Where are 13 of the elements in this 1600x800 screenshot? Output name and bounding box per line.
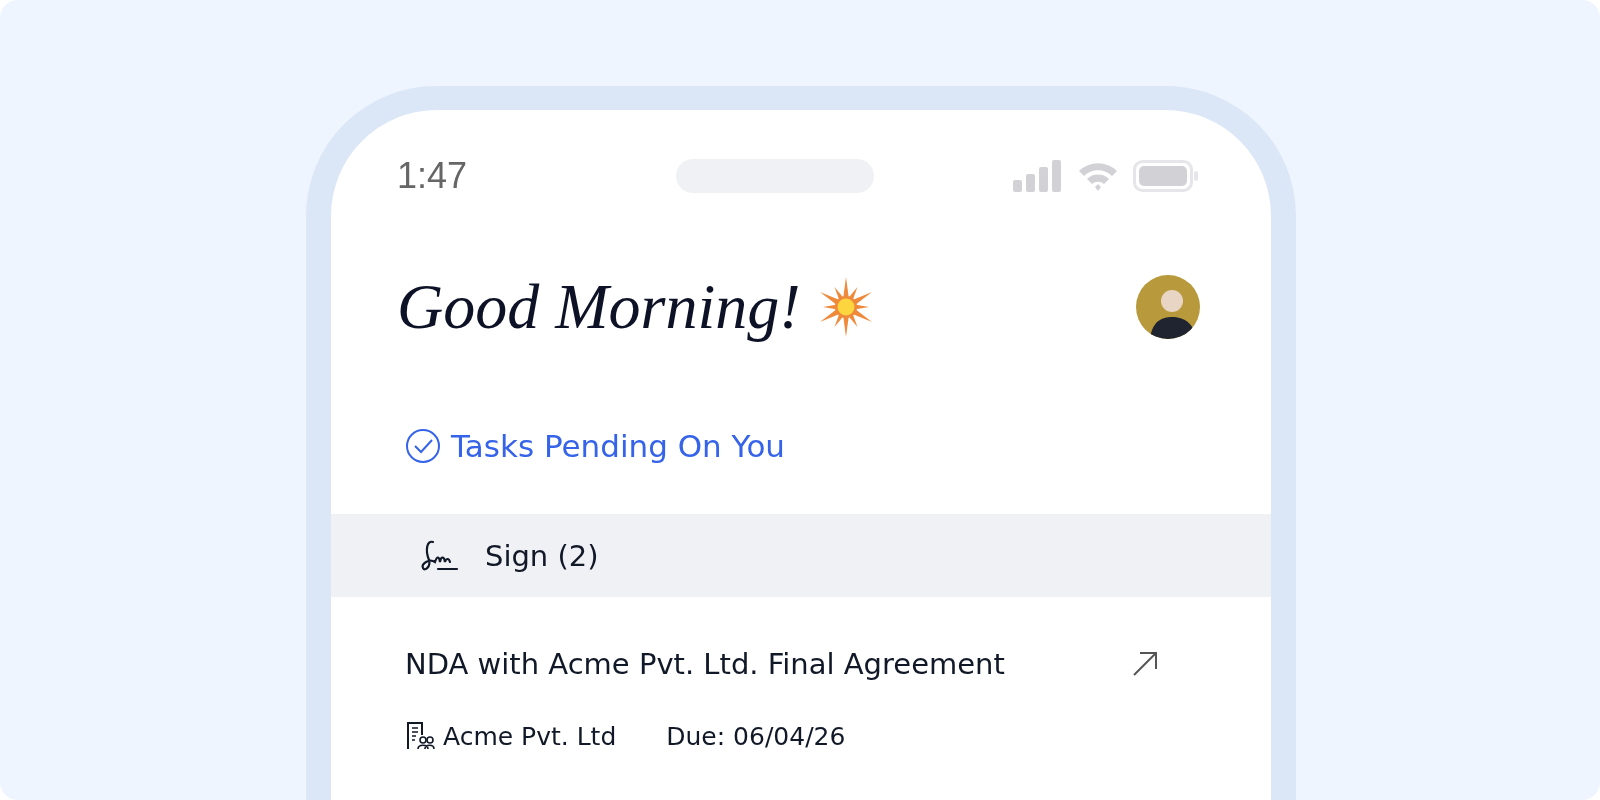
wifi-icon [1077,160,1119,192]
due-date: Due: 06/04/26 [666,721,846,751]
status-time: 1:47 [397,155,468,197]
signal-icon [1013,160,1063,192]
open-arrow-icon[interactable] [1131,650,1159,678]
task-title[interactable]: NDA with Acme Pvt. Ltd. Final Agreement [405,647,1005,681]
company-name: Acme Pvt. Ltd [443,721,617,751]
section-title: Tasks Pending On You [451,428,786,464]
check-circle-icon [405,428,441,464]
greeting-heading: Good Morning! [397,270,801,344]
company-icon [405,721,435,751]
battery-icon [1133,160,1199,192]
group-header[interactable]: Sign (2) [331,514,1271,597]
